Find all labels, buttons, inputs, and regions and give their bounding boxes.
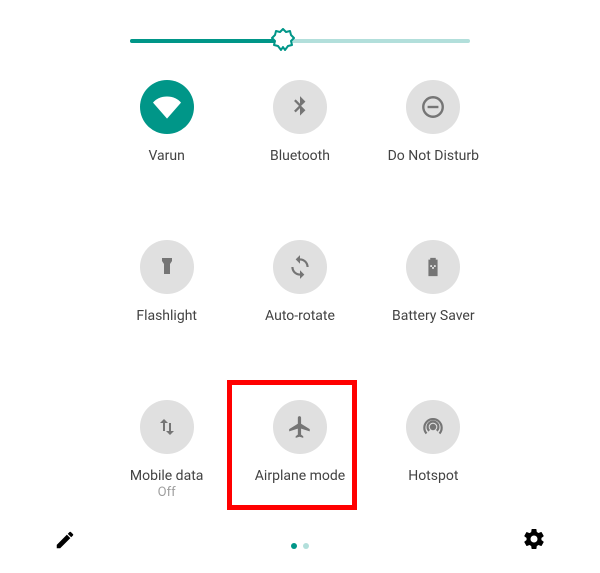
airplane-icon [273,400,327,454]
flashlight-icon [140,240,194,294]
brightness-thumb-icon[interactable] [271,28,295,52]
tile-autorotate[interactable]: Auto-rotate [235,240,365,340]
gear-icon [522,527,546,551]
edit-button[interactable] [54,529,76,555]
tile-label: Flashlight [136,308,197,340]
tile-hotspot[interactable]: Hotspot [368,400,498,500]
tile-label: Bluetooth [270,148,330,180]
dnd-icon [406,80,460,134]
tile-label: Auto-rotate [265,308,335,340]
tile-wifi[interactable]: Varun [102,80,232,180]
tile-airplane[interactable]: Airplane mode [235,400,365,500]
tile-label: Battery Saver [392,308,475,340]
tile-battery[interactable]: Battery Saver [368,240,498,340]
tile-dnd[interactable]: Do Not Disturb [368,80,498,180]
pencil-icon [54,529,76,551]
battery-icon [406,240,460,294]
settings-button[interactable] [522,527,546,555]
tile-label: Hotspot [408,468,458,500]
brightness-fill [130,39,283,43]
page-indicator [291,543,309,549]
tile-label: Airplane mode [255,468,345,500]
tile-label: Do Not Disturb [388,148,479,180]
tile-label: Mobile dataOff [130,468,203,500]
brightness-slider[interactable] [130,30,470,50]
mobiledata-icon [140,400,194,454]
autorotate-icon [273,240,327,294]
bluetooth-icon [273,80,327,134]
wifi-icon [140,80,194,134]
tile-flashlight[interactable]: Flashlight [102,240,232,340]
pager-dot [303,543,309,549]
tile-label: Varun [148,148,184,180]
pager-dot [291,543,297,549]
tile-bluetooth[interactable]: Bluetooth [235,80,365,180]
quick-settings-grid: Varun Bluetooth Do Not Disturb Flashligh… [100,80,500,500]
tile-mobiledata[interactable]: Mobile dataOff [102,400,232,500]
hotspot-icon [406,400,460,454]
